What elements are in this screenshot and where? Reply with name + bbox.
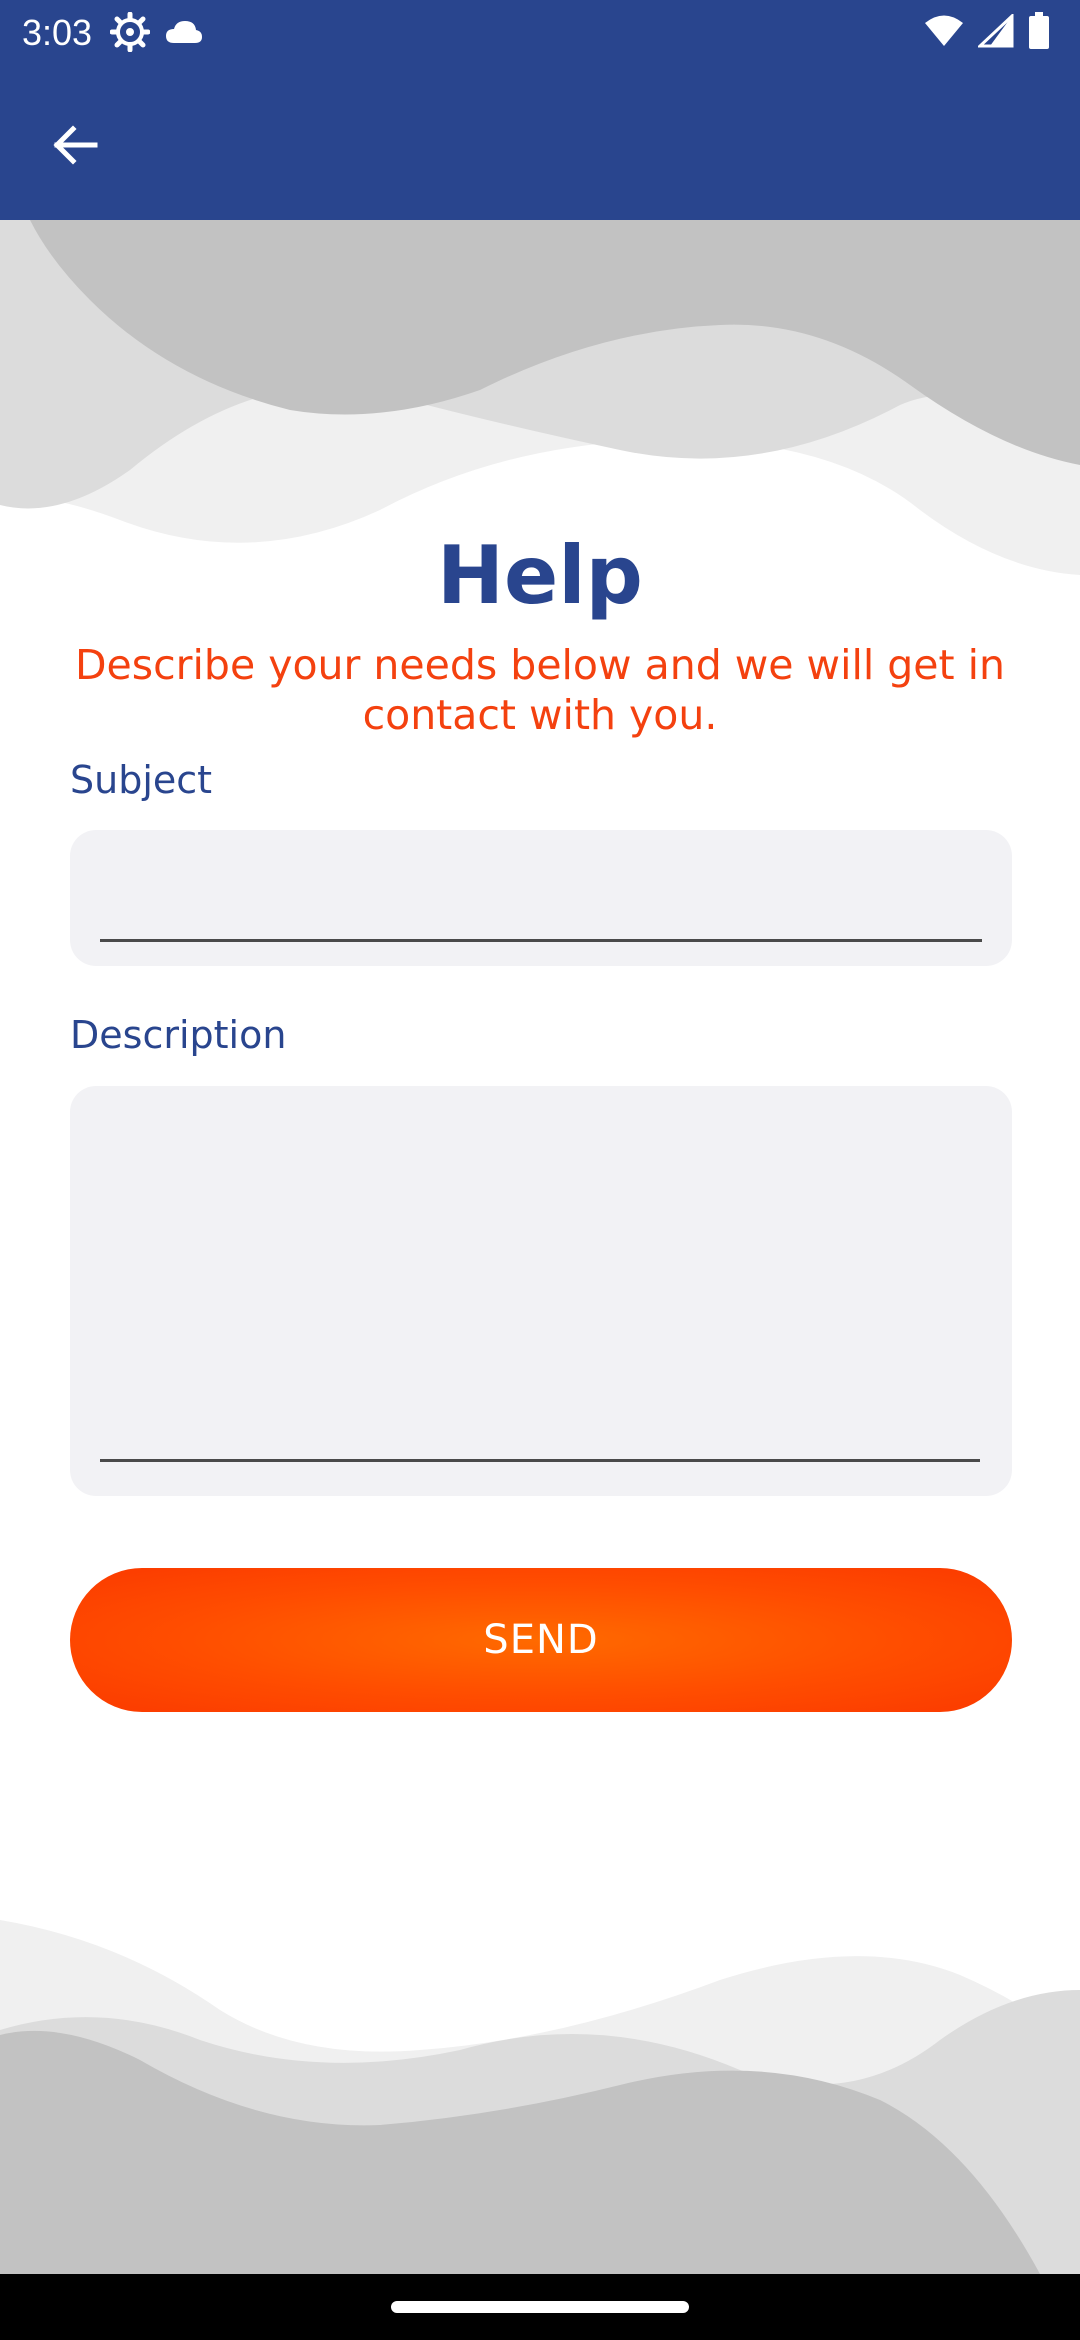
description-field-container [70,1086,1012,1496]
wifi-icon [924,14,964,52]
subject-field-container [70,830,1012,966]
subject-label: Subject [70,758,213,802]
back-button[interactable] [36,108,114,186]
page-title: Help [437,529,643,622]
home-indicator[interactable] [391,2301,689,2313]
bottom-wave-shapes [0,1900,1080,2274]
signal-icon [976,12,1014,52]
cloud-icon [164,17,204,51]
app-bar [0,66,1080,220]
battery-icon [1028,12,1050,54]
status-left-icons [109,11,204,56]
navigation-bar [0,2274,1080,2340]
gear-icon [109,11,151,56]
description-input[interactable] [100,1106,980,1462]
arrow-back-icon [51,121,99,173]
send-button[interactable]: SEND [70,1568,1012,1712]
page-subtitle: Describe your needs below and we will ge… [74,641,1006,739]
subject-input[interactable] [100,850,982,942]
status-bar: 3:03 [0,0,1080,66]
status-right-icons [924,12,1050,54]
description-label: Description [70,1013,287,1057]
status-time: 3:03 [22,12,93,53]
